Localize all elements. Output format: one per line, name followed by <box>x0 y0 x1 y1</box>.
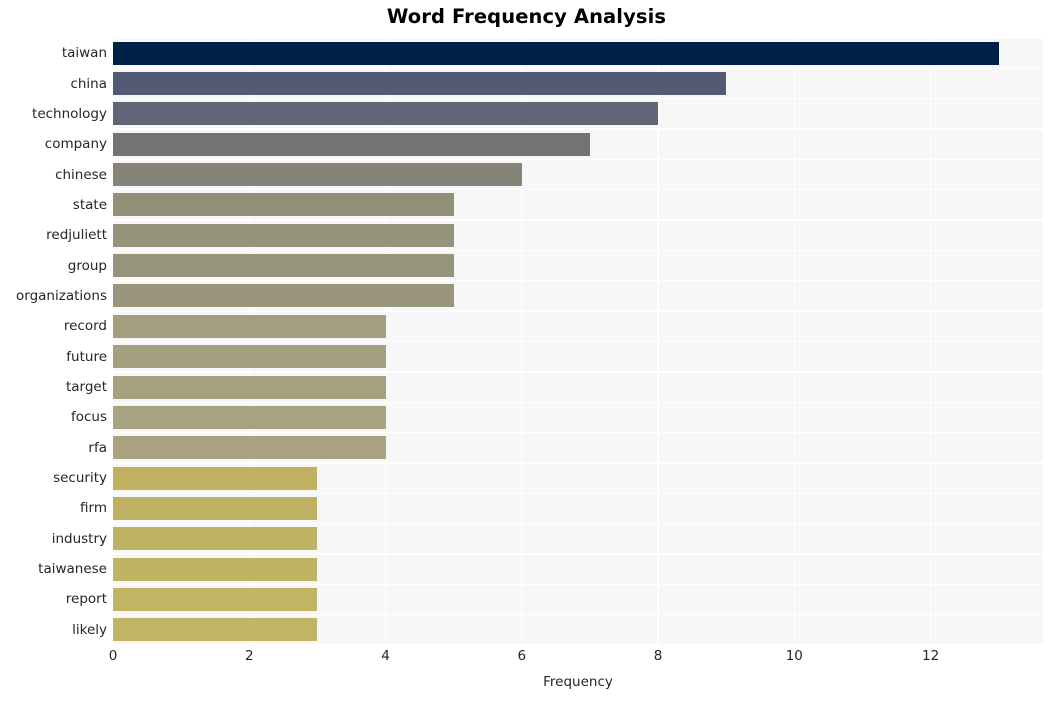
chart-title: Word Frequency Analysis <box>386 5 667 28</box>
bar <box>113 618 318 642</box>
y-axis-tick-labels: taiwan china technology company chinese state… <box>0 38 107 645</box>
bar <box>113 405 386 429</box>
y-tick-label: target <box>65 379 107 396</box>
y-tick-label: record <box>63 318 107 335</box>
y-tick-label: future <box>66 348 107 365</box>
horizontal-gridline <box>113 219 1043 221</box>
y-tick-label: firm <box>80 500 107 517</box>
horizontal-gridline <box>113 158 1043 161</box>
bar <box>113 284 454 308</box>
horizontal-gridline <box>113 310 1043 312</box>
y-tick-label: group <box>67 257 107 274</box>
x-tick-label: 4 <box>381 648 390 664</box>
bar <box>113 375 386 399</box>
bar <box>113 345 386 369</box>
y-tick-label: technology <box>32 105 107 122</box>
y-tick-label: industry <box>51 530 107 547</box>
horizontal-gridline <box>113 67 1043 70</box>
y-tick-label: china <box>70 75 107 92</box>
bar <box>113 496 318 520</box>
y-tick-label: organizations <box>16 287 107 304</box>
horizontal-gridline <box>113 189 1043 191</box>
bar <box>113 223 454 247</box>
y-tick-label: company <box>44 136 107 153</box>
horizontal-gridline <box>113 462 1043 464</box>
y-tick-label: rfa <box>88 439 107 456</box>
bar <box>113 193 454 217</box>
horizontal-gridline <box>113 431 1043 434</box>
x-tick-label: 12 <box>921 648 940 664</box>
horizontal-gridline <box>113 492 1043 494</box>
horizontal-gridline <box>113 644 1043 645</box>
y-tick-label: taiwan <box>61 45 107 62</box>
bar <box>113 132 590 156</box>
y-tick-label: likely <box>72 621 107 638</box>
horizontal-gridline <box>113 371 1043 373</box>
bar <box>113 314 386 338</box>
y-tick-label: taiwanese <box>38 561 107 578</box>
x-axis-tick-labels: 0 2 4 6 8 10 12 <box>109 648 1043 670</box>
bar <box>113 163 522 187</box>
horizontal-gridline <box>113 280 1043 282</box>
horizontal-gridline <box>113 38 1043 39</box>
horizontal-gridline <box>113 613 1043 616</box>
bar <box>113 41 999 65</box>
y-tick-label: report <box>65 591 107 608</box>
horizontal-gridline <box>113 340 1043 343</box>
horizontal-gridline <box>113 522 1043 525</box>
y-tick-label: redjuliett <box>46 227 107 244</box>
x-axis-label: Frequency <box>543 674 613 690</box>
x-tick-label: 10 <box>785 648 803 664</box>
horizontal-gridline <box>113 98 1043 100</box>
horizontal-gridline <box>113 583 1043 585</box>
bar <box>113 102 659 126</box>
y-tick-label: chinese <box>55 166 107 183</box>
chart-figure: Word Frequency Analysis taiwan china techn… <box>0 0 1053 701</box>
bar <box>113 436 386 460</box>
bar <box>113 557 318 581</box>
x-tick-label: 8 <box>653 648 663 664</box>
bar <box>113 466 318 490</box>
plot-area <box>113 38 1043 645</box>
bar <box>113 587 318 611</box>
bar <box>113 254 454 278</box>
horizontal-gridline <box>113 249 1043 252</box>
bar <box>113 72 727 96</box>
x-tick-label: 0 <box>108 648 118 664</box>
horizontal-gridline <box>113 401 1043 403</box>
horizontal-gridline <box>113 553 1043 555</box>
x-tick-label: 6 <box>517 648 527 664</box>
x-tick-label: 2 <box>244 648 254 664</box>
bar <box>113 527 318 551</box>
y-tick-label: state <box>72 196 107 213</box>
y-tick-label: focus <box>70 409 107 426</box>
y-tick-label: security <box>53 470 107 487</box>
horizontal-gridline <box>113 128 1043 130</box>
